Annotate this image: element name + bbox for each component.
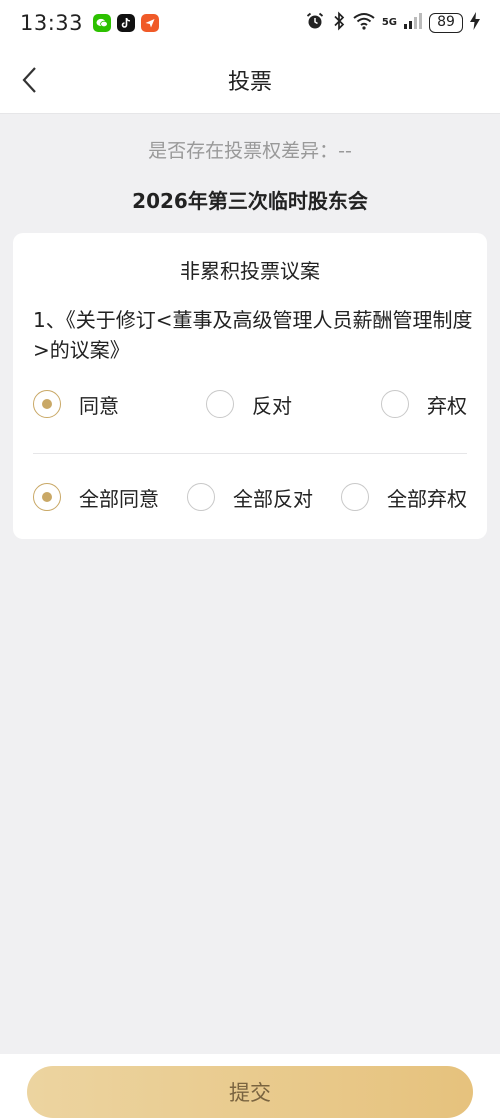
chevron-left-icon	[22, 67, 36, 93]
option-oppose[interactable]: 反对	[206, 384, 292, 424]
option-abstain[interactable]: 弃权	[381, 384, 467, 424]
proposal-options: 同意 反对 弃权	[33, 384, 473, 424]
radio-agree[interactable]	[33, 390, 61, 418]
proposal-title: 1、《关于修订<董事及高级管理人员薪酬管理制度>的议案》	[33, 308, 473, 362]
bluetooth-icon	[332, 11, 346, 35]
back-button[interactable]	[14, 64, 44, 96]
vote-right-difference: 是否存在投票权差异：--	[148, 140, 352, 162]
card-heading: 非累积投票议案	[180, 259, 320, 283]
alarm-icon	[305, 11, 325, 35]
option-agree-all-label: 全部同意	[79, 486, 159, 511]
send-app-icon	[141, 14, 160, 32]
status-indicators: 5G 89	[305, 11, 480, 35]
radio-abstain[interactable]	[381, 390, 409, 418]
charging-icon	[470, 12, 480, 34]
radio-abstain-all[interactable]	[341, 483, 369, 511]
option-agree[interactable]: 同意	[33, 384, 119, 424]
option-abstain-all-label: 全部弃权	[387, 486, 467, 511]
status-bar: 13:33 5G 89	[0, 0, 500, 46]
voting-card: 非累积投票议案 1、《关于修订<董事及高级管理人员薪酬管理制度>的议案》 同意 …	[13, 233, 487, 539]
meeting-title: 2026年第三次临时股东会	[132, 189, 368, 213]
radio-oppose[interactable]	[206, 390, 234, 418]
battery-level: 89	[429, 13, 463, 33]
option-abstain-all[interactable]: 全部弃权	[341, 477, 467, 517]
notification-icons	[93, 14, 160, 32]
nav-bar: 投票	[0, 46, 500, 114]
radio-agree-all[interactable]	[33, 483, 61, 511]
wifi-icon	[353, 12, 375, 34]
option-oppose-label: 反对	[252, 393, 292, 418]
option-oppose-all-label: 全部反对	[233, 486, 313, 511]
option-abstain-label: 弃权	[427, 393, 467, 418]
option-agree-label: 同意	[79, 393, 119, 418]
divider	[33, 453, 467, 454]
option-oppose-all[interactable]: 全部反对	[187, 477, 313, 517]
tiktok-icon	[117, 14, 136, 32]
submit-button[interactable]: 提交	[27, 1066, 473, 1118]
network-type: 5G	[381, 17, 397, 28]
bulk-options: 全部同意 全部反对 全部弃权	[33, 477, 473, 517]
page-title: 投票	[227, 69, 272, 95]
option-agree-all[interactable]: 全部同意	[33, 477, 159, 517]
status-time: 13:33	[20, 11, 84, 35]
radio-oppose-all[interactable]	[187, 483, 215, 511]
wechat-icon	[93, 14, 112, 32]
signal-icon	[404, 13, 422, 33]
